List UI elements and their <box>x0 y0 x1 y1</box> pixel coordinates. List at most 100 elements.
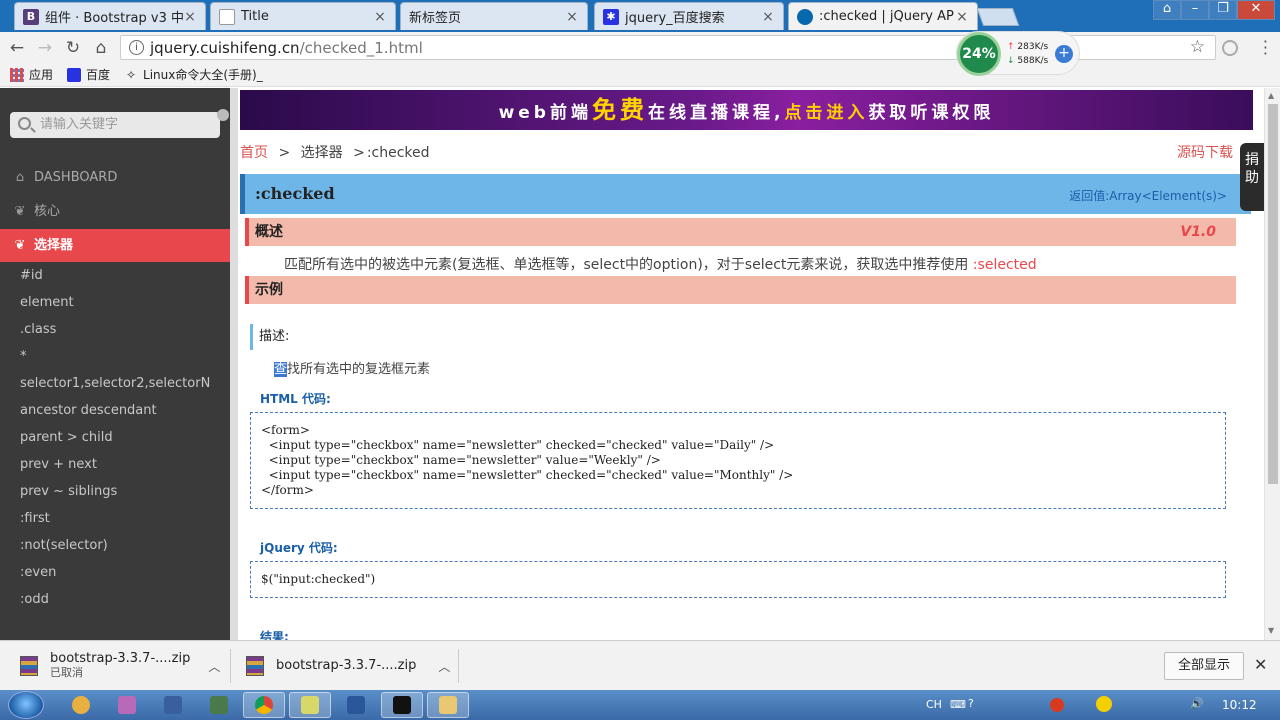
selected-link[interactable]: :selected <box>973 257 1037 273</box>
taskbar-app-4[interactable] <box>198 692 240 718</box>
user-profile-icon[interactable]: ⌂ <box>1153 0 1181 20</box>
memory-percent: 24% <box>957 32 1001 76</box>
window-close-icon[interactable]: ✕ <box>1237 0 1275 20</box>
banner-text: 获取听课权限 <box>868 103 995 123</box>
menu-dots-icon[interactable]: · · · <box>1263 34 1268 62</box>
jquery-code-label: jQuery 代码: <box>260 541 338 555</box>
source-download-link[interactable]: 源码下载 <box>1177 142 1233 162</box>
clock[interactable]: 10:12 <box>1222 698 1257 712</box>
page-scrollbar[interactable]: ▲ ▼ <box>1264 88 1280 640</box>
sidebar-item-multiple[interactable]: selector1,selector2,selectorN <box>20 376 210 391</box>
bookmark-baidu[interactable]: 百度 <box>67 66 110 83</box>
volume-icon[interactable]: 🔊 <box>1190 697 1204 710</box>
taskbar-app-1[interactable] <box>60 692 102 718</box>
tab-close-icon[interactable]: × <box>565 9 579 25</box>
tab-baidu-search[interactable]: ✱ jquery_百度搜索 × <box>594 2 784 30</box>
taskbar-notepad[interactable] <box>289 692 331 718</box>
banner-enter: 进入 <box>826 103 869 123</box>
taskbar-explorer[interactable] <box>427 692 469 718</box>
bookmark-apps[interactable]: 应用 <box>10 66 53 83</box>
sidebar-item-core[interactable]: ❦ 核心 <box>0 195 230 228</box>
banner-text: 在线直播课程, <box>647 103 785 123</box>
language-indicator[interactable]: CH <box>926 698 942 711</box>
sidebar-search-input[interactable]: 请输入关键字 <box>10 112 220 138</box>
sidebar-item-element[interactable]: element <box>20 295 74 310</box>
taskbar-app-3[interactable] <box>152 692 194 718</box>
tab-bootstrap[interactable]: B 组件 · Bootstrap v3 中文 × <box>14 2 206 30</box>
tab-close-icon[interactable]: × <box>183 9 197 25</box>
sidebar-item-all[interactable]: * <box>20 349 27 364</box>
bookmark-linux[interactable]: ✧ Linux命令大全(手册)_ <box>124 66 263 83</box>
sidebar-item-first[interactable]: :first <box>20 511 50 526</box>
tab-close-icon[interactable]: × <box>955 9 969 25</box>
sidebar-item-id[interactable]: #id <box>20 268 43 283</box>
bootstrap-favicon-icon: B <box>23 8 39 25</box>
save-disk-icon <box>164 696 182 714</box>
bookmark-star-icon[interactable]: ☆ <box>1190 37 1205 57</box>
close-icon[interactable]: ✕ <box>1254 655 1267 674</box>
breadcrumb-selectors-link[interactable]: 选择器 <box>301 145 343 161</box>
reload-icon[interactable]: ↻ <box>62 37 84 59</box>
sidebar-item-odd[interactable]: :odd <box>20 592 49 607</box>
shield-icon[interactable] <box>1096 696 1112 712</box>
download-item[interactable]: bootstrap-3.3.7-....zip ︿ <box>246 649 450 683</box>
sidebar-item-even[interactable]: :even <box>20 565 56 580</box>
site-info-icon[interactable]: i <box>129 40 144 55</box>
taskbar-chrome[interactable] <box>243 692 285 718</box>
help-icon[interactable]: ? <box>968 697 974 710</box>
new-tab-button[interactable] <box>976 8 1020 26</box>
word-icon <box>347 696 365 714</box>
sidebar-scroll-knob[interactable] <box>217 109 229 121</box>
sidebar-item-prev-siblings[interactable]: prev ~ siblings <box>20 484 117 499</box>
archive-icon <box>20 656 38 676</box>
scroll-down-icon[interactable]: ▼ <box>1268 626 1274 635</box>
app-icon <box>72 696 90 714</box>
network-speed-widget[interactable]: 24% ↑ 283K/s ↓ 588K/s + <box>956 31 1080 76</box>
chevron-up-icon[interactable]: ︿ <box>208 658 220 675</box>
sidebar-item-selectors[interactable]: ❦ 选择器 <box>0 229 230 262</box>
start-button[interactable] <box>8 691 44 719</box>
minimize-icon[interactable]: – <box>1181 0 1209 20</box>
return-value: 返回值:Array<Element(s)> <box>1069 189 1227 203</box>
recording-icon[interactable] <box>1050 698 1064 712</box>
boost-plus-icon[interactable]: + <box>1055 45 1073 63</box>
taskbar-pycharm[interactable] <box>381 692 423 718</box>
scroll-up-icon[interactable]: ▲ <box>1268 91 1274 100</box>
sidebar-scrollbar[interactable] <box>230 88 238 640</box>
keyboard-icon[interactable]: ⌨ <box>950 698 966 711</box>
tab-title-page[interactable]: Title × <box>210 2 396 30</box>
forward-arrow-icon[interactable]: → <box>34 37 56 59</box>
sidebar-item-class[interactable]: .class <box>20 322 56 337</box>
home-icon[interactable]: ⌂ <box>90 37 112 59</box>
sidebar-item-parent-child[interactable]: parent > child <box>20 430 113 445</box>
sidebar-item-prev-next[interactable]: prev + next <box>20 457 97 472</box>
taskbar-app-2[interactable] <box>106 692 148 718</box>
donate-button[interactable]: 捐助 <box>1240 143 1264 211</box>
sidebar-item-not[interactable]: :not(selector) <box>20 538 108 553</box>
sidebar-item-label: 选择器 <box>34 238 74 253</box>
divider <box>230 649 231 683</box>
breadcrumb-home-link[interactable]: 首页 <box>240 145 268 161</box>
archive-icon <box>246 656 264 676</box>
extension-icon[interactable] <box>1222 40 1238 56</box>
download-item[interactable]: bootstrap-3.3.7-....zip 已取消 ︿ <box>20 649 220 683</box>
sidebar-item-ancestor-descendant[interactable]: ancestor descendant <box>20 403 157 418</box>
chevron-up-icon[interactable]: ︿ <box>438 658 450 675</box>
tab-jquery-api[interactable]: :checked | jQuery API 3 × <box>788 2 978 30</box>
search-icon <box>18 117 31 130</box>
windows-taskbar: CH ⌨ ? 🔊 10:12 <box>0 690 1280 720</box>
tab-new-tab[interactable]: 新标签页 × <box>400 2 588 30</box>
scrollbar-thumb[interactable] <box>1268 104 1278 484</box>
bookmark-label: Linux命令大全(手册)_ <box>143 68 263 82</box>
tab-close-icon[interactable]: × <box>761 9 775 25</box>
folder-icon <box>439 696 457 714</box>
back-arrow-icon[interactable]: ← <box>6 37 28 59</box>
taskbar-word[interactable] <box>335 692 377 718</box>
show-all-button[interactable]: 全部显示 <box>1164 652 1244 680</box>
restore-icon[interactable]: ❐ <box>1209 0 1237 20</box>
promo-banner[interactable]: web前端免费在线直播课程,点击进入获取听课权限 <box>240 90 1253 130</box>
sidebar-item-dashboard[interactable]: ⌂ DASHBOARD <box>0 161 230 194</box>
tab-close-icon[interactable]: × <box>373 9 387 25</box>
result-label: 结果: <box>260 630 289 640</box>
baidu-paw-icon <box>67 67 82 82</box>
